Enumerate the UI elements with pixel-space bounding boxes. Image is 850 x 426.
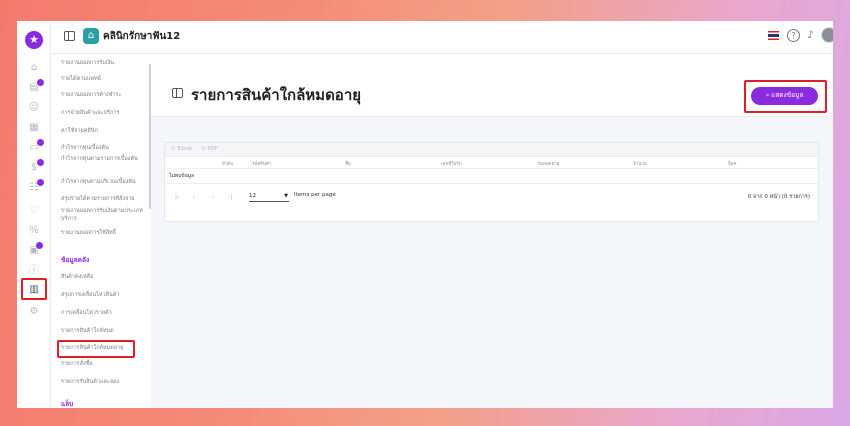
show-data-label: แสดงข้อมูล xyxy=(771,92,804,99)
avatar[interactable] xyxy=(821,27,833,43)
percent-icon[interactable]: % xyxy=(27,224,41,238)
main-content: รายการสินค้าใกล้หมดอายุ ⌕ แสดงข้อมูล ⊙ E… xyxy=(151,54,833,408)
items-per-page-select[interactable]: 12 ▼ xyxy=(249,190,289,202)
notification-badge xyxy=(37,79,44,86)
user-icon[interactable]: ☺ xyxy=(27,101,41,115)
items-per-page-label: Items per page xyxy=(294,192,336,198)
highlight-box-show-button: ⌕ แสดงข้อมูล xyxy=(744,80,827,113)
menu-item[interactable]: สรุปรายได้ตามรายการที่สั่งจ่าย xyxy=(61,195,147,203)
page-title: รายการสินค้าใกล้หมดอายุ xyxy=(191,86,362,104)
menu-item[interactable]: รายงานยอดการค้างชำระ xyxy=(61,91,147,99)
notification-badge xyxy=(36,242,43,249)
column-header[interactable]: ลำดับ xyxy=(222,160,233,167)
calendar-icon[interactable]: ▦ xyxy=(27,121,41,135)
first-page-icon[interactable]: |‹ xyxy=(175,194,179,201)
thai-flag-icon[interactable] xyxy=(768,31,779,40)
items-per-page-value: 12 xyxy=(249,193,256,199)
app-window: ★ ⌂ ▤ ☺ ▦ ▭ $ ☷ ♡ % ▣ ⓘ ▥ ⚙ ⌂ คลินิกรักษ… xyxy=(17,21,833,408)
highlight-box-menu-item xyxy=(57,340,135,358)
page-range-text: 0 จาก 0 หน้า (0 รายการ) xyxy=(747,194,810,200)
app-logo-icon[interactable]: ★ xyxy=(25,31,43,49)
menu-item[interactable]: การจ่ายสินค้าและบริการ xyxy=(61,109,147,117)
report-menu: รายงานยอดการรับเงิน รายได้ตามแพทย์ รายงา… xyxy=(51,54,152,408)
icon-rail: ★ ⌂ ▤ ☺ ▦ ▭ $ ☷ ♡ % ▣ ⓘ ▥ ⚙ xyxy=(17,21,51,408)
menu-item[interactable]: กำไรจากทุนเบื้องต้น xyxy=(61,144,147,152)
menu-item[interactable]: สินค้าคงเหลือ xyxy=(61,273,147,281)
top-bar: ⌂ คลินิกรักษาฟัน12 ? ♪ xyxy=(51,21,833,54)
menu-section-heading: แล็บ xyxy=(61,400,74,408)
export-pdf-label: PDF xyxy=(207,146,219,152)
next-page-icon[interactable]: › xyxy=(212,194,214,201)
menu-item[interactable]: กำไรจากทุนตามรายการเบื้องต้น xyxy=(61,155,147,163)
menu-item[interactable]: รายการสั่งซื้อ xyxy=(61,360,147,368)
info-icon[interactable]: ⓘ xyxy=(27,264,41,278)
sidebar-toggle-icon[interactable] xyxy=(64,31,75,41)
notification-badge xyxy=(37,159,44,166)
export-bar: ⊙ Excel ⊙ PDF xyxy=(165,143,818,157)
menu-section-heading: ข้อมูลคลัง xyxy=(61,256,90,264)
menu-item[interactable]: การเคลื่อนไหวรายตัว xyxy=(61,309,147,317)
menu-item[interactable]: ค่าใช้จ่ายคลินิก xyxy=(61,127,147,135)
settings-icon[interactable]: ⚙ xyxy=(27,305,41,319)
help-icon[interactable]: ? xyxy=(787,29,800,42)
export-excel-button[interactable]: ⊙ Excel xyxy=(171,146,192,152)
highlight-box-report-icon xyxy=(21,278,47,300)
column-header[interactable]: ล็อต xyxy=(728,160,736,167)
page-header: รายการสินค้าใกล้หมดอายุ ⌕ แสดงข้อมูล xyxy=(151,54,833,117)
panel-icon[interactable] xyxy=(172,88,183,98)
export-pdf-button[interactable]: ⊙ PDF xyxy=(201,146,218,152)
menu-item[interactable]: รายงานยอดการรับเงิน xyxy=(61,59,147,67)
notification-badge xyxy=(37,179,44,186)
bell-icon[interactable]: ♪ xyxy=(804,29,817,42)
menu-item[interactable]: รายการรับสินค้าและจอง xyxy=(61,378,147,386)
column-header[interactable]: ชื่อ xyxy=(345,160,351,167)
menu-item[interactable]: สรุปการเคลื่อนไหวสินค้า xyxy=(61,291,147,299)
column-header[interactable]: รหัสสินค้า xyxy=(252,160,272,167)
tooth-icon[interactable]: ♡ xyxy=(27,204,41,218)
column-header[interactable]: วันหมดอายุ xyxy=(537,160,559,167)
last-page-icon[interactable]: ›| xyxy=(228,194,232,201)
home-icon[interactable]: ⌂ xyxy=(27,61,41,75)
chevron-down-icon: ▼ xyxy=(284,193,288,199)
menu-item[interactable]: กำไรจากทุนตามบริเวณเบื้องต้น xyxy=(61,178,147,186)
menu-item[interactable]: รายได้ตามแพทย์ xyxy=(61,75,147,83)
column-header[interactable]: เลขที่ใบรับ xyxy=(441,160,462,167)
report-table-card: ⊙ Excel ⊙ PDF ลำดับ รหัสสินค้า ชื่อ เลขท… xyxy=(164,142,819,222)
show-data-button[interactable]: ⌕ แสดงข้อมูล xyxy=(751,87,818,105)
table-header: ลำดับ รหัสสินค้า ชื่อ เลขที่ใบรับ วันหมด… xyxy=(165,157,818,169)
menu-item[interactable]: รายการสินค้าใกล้หมด xyxy=(61,327,147,335)
export-excel-label: Excel xyxy=(177,146,192,152)
pagination-bar: |‹ ‹ › ›| 12 ▼ Items per page 0 จาก 0 หน… xyxy=(165,183,818,213)
menu-item[interactable]: รายงานยอดการใช้สิทธิ์ xyxy=(61,229,147,237)
prev-page-icon[interactable]: ‹ xyxy=(193,194,195,201)
menu-item[interactable]: รายงานยอดการรับเงินตามประเภทบริการ xyxy=(61,207,147,223)
empty-state-text: ไม่พบข้อมูล xyxy=(169,173,195,179)
column-header[interactable]: จำนวน xyxy=(633,160,647,167)
notification-badge xyxy=(37,139,44,146)
clinic-name[interactable]: คลินิกรักษาฟัน12 xyxy=(103,29,180,44)
clinic-icon: ⌂ xyxy=(83,28,99,44)
